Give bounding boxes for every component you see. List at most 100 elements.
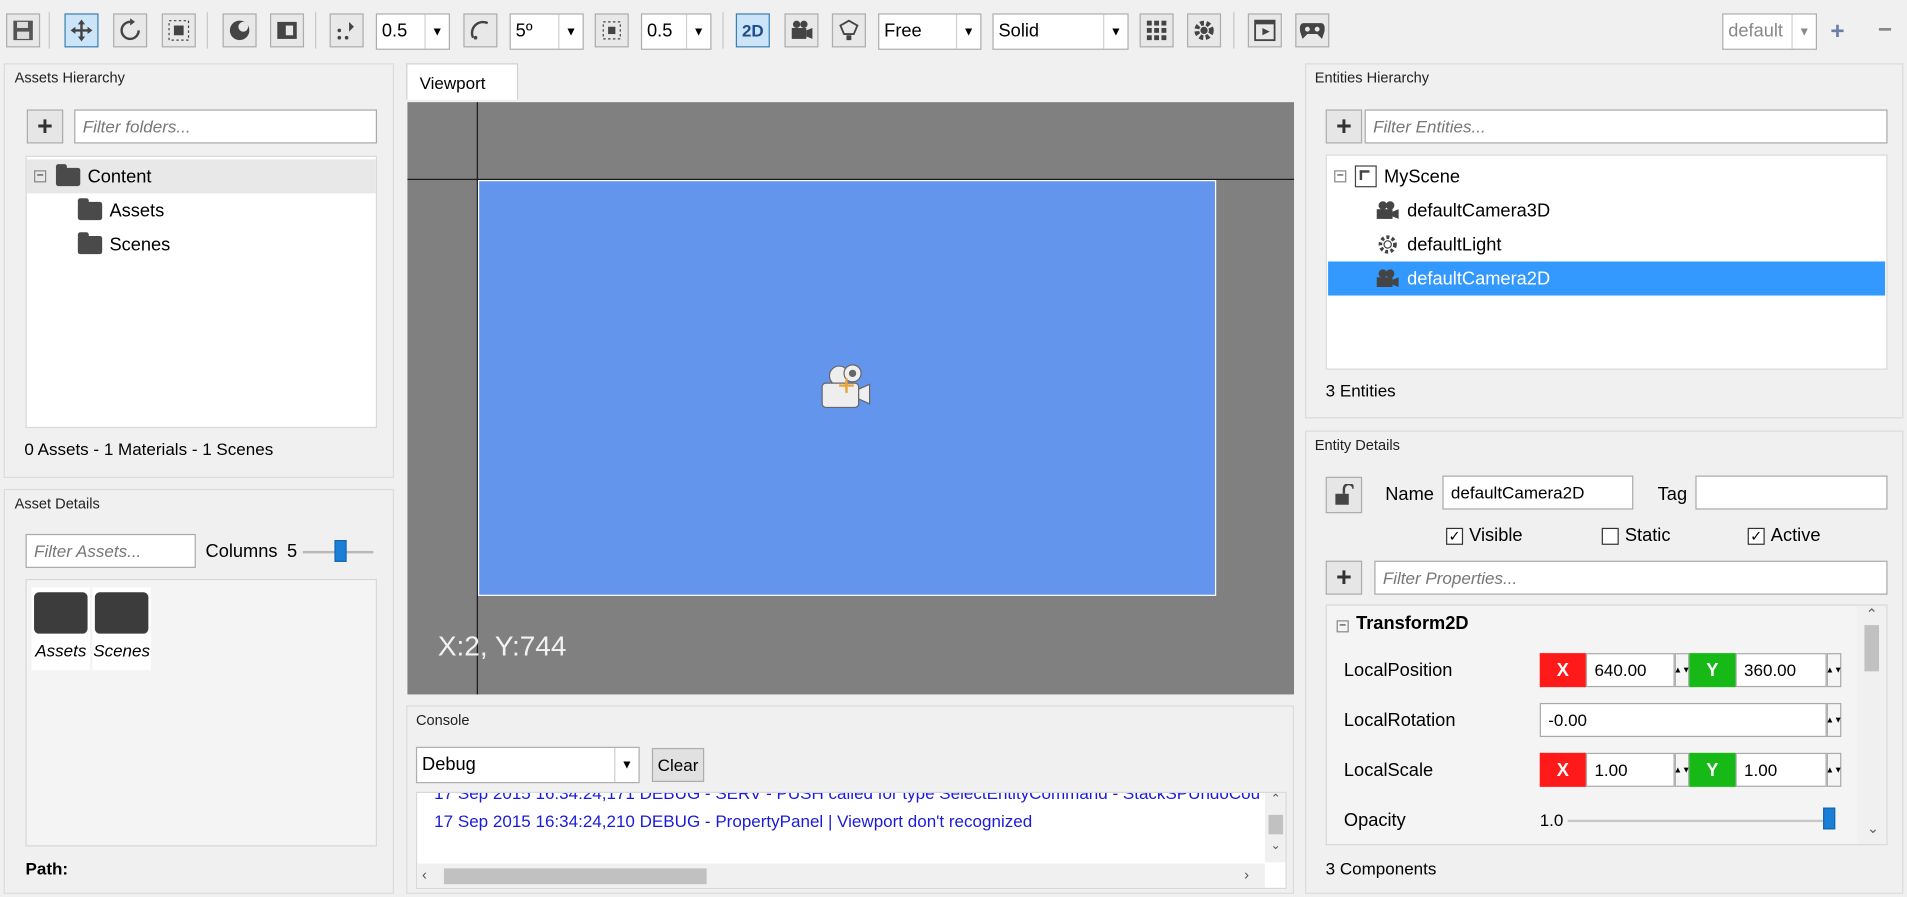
pos-y-input[interactable]: 360.00 (1735, 653, 1827, 688)
light-gear-icon (1378, 235, 1397, 254)
tree-row-assets[interactable]: Assets (77, 193, 165, 227)
layout-select[interactable]: default ▼ (1722, 13, 1818, 50)
opacity-slider-track[interactable] (1567, 819, 1836, 823)
asset-item-scenes[interactable]: Scenes (92, 587, 151, 671)
asset-details-title: Asset Details (14, 494, 100, 513)
properties-scrollbar[interactable]: ⌃ ⌄ (1857, 605, 1887, 845)
tree-row-camera3d[interactable]: defaultCamera3D (1376, 193, 1550, 227)
snap-scale-value: 0.5 (647, 20, 673, 42)
tree-row-camera2d[interactable]: defaultCamera2D (1328, 261, 1886, 296)
local-scale-label: LocalScale (1343, 760, 1434, 781)
filter-properties-input[interactable]: Filter Properties... (1374, 560, 1888, 595)
pos-x-spinner[interactable]: ▲▼ (1674, 653, 1690, 688)
filter-folders-input[interactable]: Filter folders... (74, 109, 378, 144)
lock-icon[interactable] (1325, 476, 1363, 514)
filter-entities-input[interactable]: Filter Entities... (1364, 109, 1888, 144)
scale-y-input[interactable]: 1.00 (1735, 752, 1827, 787)
snap-rotate-icon[interactable] (463, 13, 498, 48)
opacity-slider-thumb[interactable] (1823, 807, 1836, 830)
static-checkbox[interactable]: Static (1601, 525, 1670, 546)
scroll-right-icon[interactable]: › (1244, 866, 1249, 883)
scale-tool-icon[interactable] (161, 13, 196, 48)
snap-translate-select[interactable]: 0.5 ▼ (375, 13, 450, 50)
transform2d-header[interactable]: − Transform2D (1336, 613, 1469, 634)
camera-2d-gizmo-icon[interactable] (817, 360, 873, 417)
mode-2d-button[interactable]: 2D (735, 13, 770, 48)
pivot-icon[interactable] (222, 13, 257, 48)
gamepad-icon[interactable] (1295, 13, 1330, 48)
pos-y-spinner[interactable]: ▲▼ (1826, 653, 1842, 688)
rotate-tool-icon[interactable] (113, 13, 148, 48)
hscroll-thumb[interactable] (443, 868, 707, 885)
entities-hierarchy-panel: Entities Hierarchy + Filter Entities... … (1304, 63, 1904, 419)
scale-x-input[interactable]: 1.00 (1585, 752, 1675, 787)
entity-details-panel: Entity Details Name defaultCamera2D Tag … (1304, 430, 1904, 894)
visible-checkbox[interactable]: ✓ Visible (1446, 525, 1523, 546)
assets-summary: 0 Assets - 1 Materials - 1 Scenes (24, 439, 274, 459)
rotation-input[interactable]: -0.00 (1539, 702, 1827, 738)
light-icon[interactable] (831, 13, 866, 48)
scroll-up-icon[interactable]: ⌃ (1265, 793, 1286, 810)
scroll-down-icon[interactable]: ⌄ (1867, 820, 1879, 837)
clear-button[interactable]: Clear (651, 747, 705, 783)
filter-assets-input[interactable]: Filter Assets... (25, 533, 196, 568)
collapse-icon[interactable]: − (1334, 170, 1347, 183)
scroll-thumb[interactable] (1268, 814, 1284, 835)
asset-grid: Assets Scenes (25, 578, 378, 847)
tree-row-light[interactable]: defaultLight (1376, 227, 1502, 261)
scroll-down-icon[interactable]: ⌄ (1265, 839, 1286, 856)
console-output: 17 Sep 2015 16:34:24,171 DEBUG - SERV - … (415, 791, 1287, 890)
snap-translate-value: 0.5 (381, 20, 408, 42)
console-vscrollbar[interactable]: ⌃ ⌄ (1264, 792, 1286, 863)
save-icon[interactable] (6, 13, 41, 48)
snap-rotate-value: 5º (515, 20, 533, 42)
snap-rotate-select[interactable]: 5º ▼ (509, 13, 584, 50)
tree-label-light: defaultLight (1407, 234, 1502, 255)
local-rotation-label: LocalRotation (1343, 710, 1456, 731)
scroll-left-icon[interactable]: ‹ (422, 866, 427, 883)
snap-scale-select[interactable]: 0.5 ▼ (640, 13, 712, 50)
log-level-value: Debug (422, 754, 476, 775)
add-entity-button[interactable]: + (1325, 109, 1363, 144)
name-label: Name (1385, 484, 1434, 505)
snap-translate-icon[interactable] (329, 13, 364, 48)
translate-tool-icon[interactable] (64, 13, 99, 48)
snap-scale-icon[interactable] (594, 13, 629, 48)
scroll-up-icon[interactable]: ⌃ (1857, 606, 1886, 623)
log-level-select[interactable]: Debug ▼ (415, 746, 640, 784)
local-global-icon[interactable] (269, 13, 305, 48)
scroll-thumb[interactable] (1864, 625, 1880, 672)
chevron-down-icon: ▼ (558, 14, 582, 49)
settings-gear-icon[interactable] (1187, 13, 1222, 48)
camera-icon[interactable] (784, 13, 819, 48)
scale-x-spinner[interactable]: ▲▼ (1674, 752, 1690, 787)
add-component-button[interactable]: + (1325, 560, 1363, 595)
tree-row-scenes[interactable]: Scenes (77, 227, 170, 261)
columns-slider-thumb[interactable] (334, 539, 348, 562)
tree-label-assets: Assets (109, 200, 165, 221)
collapse-icon[interactable]: − (1336, 620, 1349, 633)
add-folder-button[interactable]: + (26, 109, 64, 144)
grid-icon[interactable] (1139, 13, 1174, 48)
render-mode-value: Solid (998, 20, 1040, 42)
tag-input[interactable] (1695, 475, 1888, 510)
tree-row-content[interactable]: − Content (26, 159, 376, 194)
asset-item-assets[interactable]: Assets (31, 587, 90, 671)
tree-label-content: Content (87, 166, 152, 187)
render-mode-select[interactable]: Solid ▼ (992, 13, 1129, 50)
name-input[interactable]: defaultCamera2D (1442, 475, 1634, 510)
play-icon[interactable] (1247, 13, 1282, 48)
console-hscrollbar[interactable]: ‹ › (417, 863, 1265, 888)
tab-viewport[interactable]: Viewport (406, 63, 519, 100)
add-layout-icon[interactable]: + (1830, 18, 1844, 46)
tree-row-myscene[interactable]: − MyScene (1334, 159, 1460, 193)
collapse-icon[interactable]: − (34, 170, 47, 183)
remove-layout-icon[interactable]: − (1878, 17, 1892, 45)
scale-y-spinner[interactable]: ▲▼ (1826, 752, 1842, 787)
camera-mode-select[interactable]: Free ▼ (878, 13, 982, 50)
viewport[interactable]: X:2, Y:744 (407, 102, 1295, 695)
rotation-spinner[interactable]: ▲▼ (1826, 702, 1842, 738)
toolbar: 0.5 ▼ 5º ▼ 0.5 ▼ 2D Free ▼ Solid ▼ default ▼ +… (0, 0, 1907, 64)
active-checkbox[interactable]: ✓ Active (1747, 525, 1820, 546)
pos-x-input[interactable]: 640.00 (1585, 653, 1675, 688)
